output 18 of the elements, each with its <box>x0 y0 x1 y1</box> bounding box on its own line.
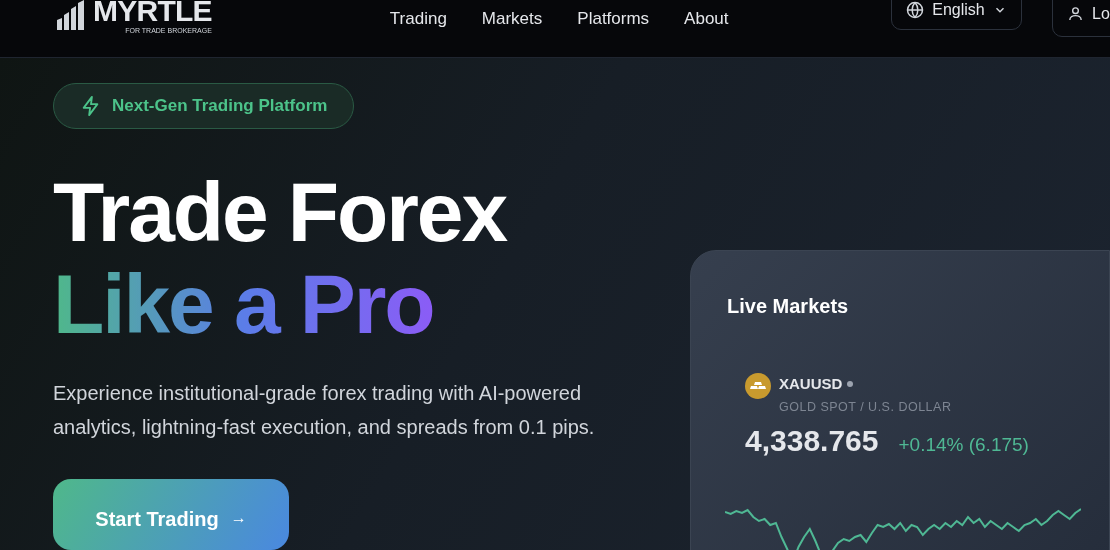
symbol: XAUUSD <box>779 374 843 394</box>
price: 4,338.765 <box>745 423 879 460</box>
user-icon <box>1067 5 1084 22</box>
login-button[interactable]: Lo <box>1052 0 1110 37</box>
badge: Next-Gen Trading Platform <box>53 83 355 130</box>
language-selector[interactable]: English <box>891 0 1022 30</box>
hero-description: Experience institutional-grade forex trading with AI-powered analytics, lightning-fast execution, and spreads from 0.1 pips. <box>53 381 596 441</box>
hero-title: Trade Forex <box>53 166 507 259</box>
nav-link[interactable]: Markets <box>481 6 543 32</box>
nav-link[interactable]: Trading <box>389 6 447 32</box>
card-title: Live Markets <box>727 294 850 319</box>
symbol-name: GOLD SPOT / U.S. DOLLAR <box>779 398 952 416</box>
price-change: +0.14% (6.175) <box>898 433 1029 458</box>
nav-link[interactable]: Platforms <box>577 6 650 32</box>
nav-link[interactable]: About <box>684 6 729 32</box>
globe-icon <box>906 1 925 19</box>
ingot-icon <box>745 373 771 399</box>
logo-wordmark: MYRTLE <box>93 0 212 26</box>
